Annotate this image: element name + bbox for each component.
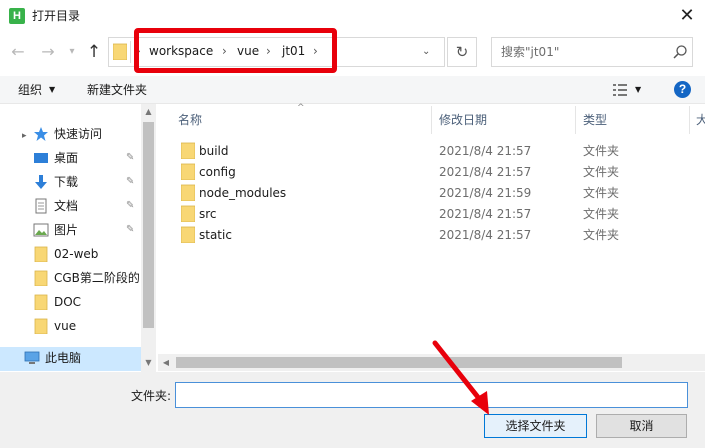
file-type: 文件夹 — [583, 186, 620, 200]
sidebar-item-this-pc[interactable]: 此电脑 — [45, 350, 81, 366]
file-type: 文件夹 — [583, 165, 620, 179]
sidebar-item-cgb[interactable]: CGB第二阶段的 — [54, 270, 140, 286]
column-header-type[interactable]: 类型 — [583, 112, 607, 128]
caret-down-icon[interactable]: ▼ — [49, 83, 55, 97]
sidebar-item-vue[interactable]: vue — [54, 318, 76, 334]
column-divider[interactable] — [431, 106, 432, 134]
folder-icon — [34, 270, 48, 286]
file-date: 2021/8/4 21:57 — [439, 228, 532, 242]
computer-icon — [24, 351, 40, 364]
sidebar-item-pictures[interactable]: 图片 — [54, 222, 78, 238]
sidebar-item-documents[interactable]: 文档 — [54, 198, 78, 214]
app-icon: H — [9, 8, 25, 24]
sidebar-item-doc[interactable]: DOC — [54, 294, 81, 310]
pin-icon: ✎ — [126, 224, 135, 235]
recent-locations-button[interactable]: ▾ — [62, 40, 82, 64]
folder-icon — [34, 246, 48, 262]
new-folder-button[interactable]: 新建文件夹 — [87, 82, 147, 98]
address-divider — [130, 41, 131, 63]
folder-icon — [34, 318, 48, 334]
window-title: 打开目录 — [32, 9, 81, 23]
column-header-name[interactable]: 名称 — [178, 112, 202, 128]
pin-icon: ✎ — [126, 200, 135, 211]
file-date: 2021/8/4 21:57 — [439, 144, 532, 158]
close-button[interactable]: ✕ — [672, 2, 702, 30]
scroll-left-icon[interactable]: ◀ — [158, 354, 174, 371]
file-name[interactable]: static — [199, 227, 232, 243]
file-type: 文件夹 — [583, 207, 620, 221]
sidebar-scroll-thumb[interactable] — [143, 122, 154, 328]
folder-field-label: 文件夹: — [131, 389, 172, 403]
sidebar-item-desktop[interactable]: 桌面 — [54, 150, 78, 166]
download-icon — [35, 175, 47, 189]
pin-icon: ✎ — [126, 176, 135, 187]
document-icon — [35, 198, 47, 214]
desktop-icon — [34, 153, 48, 163]
file-type: 文件夹 — [583, 144, 620, 158]
address-dropdown-icon[interactable]: ⌄ — [422, 44, 430, 60]
forward-button[interactable]: → — [38, 40, 58, 64]
folder-icon — [181, 184, 195, 201]
column-divider[interactable] — [689, 106, 690, 134]
navigation-pane — [0, 104, 156, 372]
scroll-up-icon[interactable]: ▲ — [141, 104, 156, 120]
folder-icon — [181, 163, 195, 180]
horizontal-scroll-thumb[interactable] — [176, 357, 622, 368]
star-icon — [34, 127, 48, 141]
organize-button[interactable]: 组织 — [18, 82, 42, 98]
folder-icon — [181, 142, 195, 159]
column-header-date[interactable]: 修改日期 — [439, 112, 487, 128]
picture-icon — [33, 223, 49, 237]
sidebar-item-quick-access[interactable]: 快速访问 — [54, 126, 102, 142]
file-name[interactable]: build — [199, 143, 229, 159]
scroll-down-icon[interactable]: ▼ — [141, 355, 156, 371]
sidebar-item-02-web[interactable]: 02-web — [54, 246, 98, 262]
back-button[interactable]: ← — [8, 40, 28, 64]
sidebar-item-downloads[interactable]: 下载 — [54, 174, 78, 190]
highlight-annotation — [134, 28, 337, 73]
title-bar — [0, 0, 705, 32]
caret-down-icon[interactable]: ▼ — [635, 83, 641, 97]
file-date: 2021/8/4 21:59 — [439, 186, 532, 200]
view-options-icon[interactable] — [612, 83, 628, 97]
folder-icon — [181, 226, 195, 243]
folder-icon — [181, 205, 195, 222]
folder-icon — [113, 43, 127, 60]
column-divider[interactable] — [575, 106, 576, 134]
file-date: 2021/8/4 21:57 — [439, 207, 532, 221]
pin-icon: ✎ — [126, 152, 135, 163]
expand-icon[interactable]: ▸ — [22, 128, 27, 144]
file-name[interactable]: config — [199, 164, 236, 180]
column-header-size[interactable]: 大 — [696, 112, 705, 128]
folder-icon — [34, 294, 48, 310]
sort-indicator-icon: ^ — [297, 103, 305, 113]
search-placeholder: 搜索"jt01" — [501, 45, 560, 59]
up-button[interactable]: ↑ — [84, 40, 104, 64]
refresh-button[interactable]: ↻ — [447, 37, 477, 67]
file-name[interactable]: src — [199, 206, 217, 222]
search-icon[interactable] — [672, 44, 688, 60]
file-type: 文件夹 — [583, 228, 620, 242]
file-name[interactable]: node_modules — [199, 185, 286, 201]
cancel-button[interactable]: 取消 — [596, 414, 687, 438]
help-button[interactable]: ? — [674, 81, 691, 98]
arrow-annotation-icon — [432, 340, 489, 415]
file-date: 2021/8/4 21:57 — [439, 165, 532, 179]
